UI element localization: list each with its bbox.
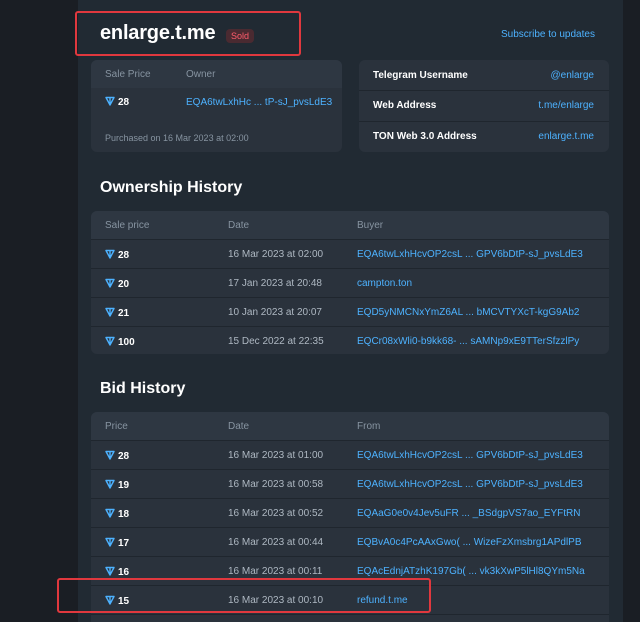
bidder-link[interactable]: EQA6twLxhHcvOP2csL ... GPV6bDtP-sJ_pvsLd…: [357, 450, 587, 461]
ton-diamond-icon: [105, 450, 115, 460]
ownership-history-title: Ownership History: [100, 179, 243, 196]
price-value: 100: [118, 337, 135, 348]
ton-diamond-icon: [105, 249, 115, 259]
price-cell: 100: [105, 336, 135, 348]
price-value: 16: [118, 567, 130, 578]
column-header: From: [357, 421, 381, 432]
column-header: Buyer: [357, 220, 384, 231]
table-row: 21 10 Jan 2023 at 20:07 EQD5yNMCNxYmZ6AL…: [91, 297, 609, 326]
price-cell: 18: [105, 508, 129, 520]
table-row: 28 16 Mar 2023 at 02:00 EQA6twLxhHcvOP2c…: [91, 239, 609, 268]
ton-diamond-icon: [105, 595, 115, 605]
price-value: 19: [118, 480, 130, 491]
price-cell: 17: [105, 537, 129, 549]
price-value: 17: [118, 538, 130, 549]
status-badge: Sold: [226, 29, 255, 43]
table-header: Sale price Date Buyer: [91, 211, 609, 239]
date-cell: 16 Mar 2023 at 00:52: [228, 508, 324, 519]
table-row: 100 15 Dec 2022 at 22:35 EQCr08xWli0-b9k…: [91, 326, 609, 354]
ton-diamond-icon: [105, 278, 115, 288]
price-cell: 16: [105, 566, 129, 578]
divider: [359, 121, 609, 122]
bidder-link[interactable]: EQAaG0e0v4Jev5uFR ... _BSdgpVS7ao_EYFtRN: [357, 508, 587, 519]
price-cell: 21: [105, 307, 129, 319]
info-label-username: Telegram Username: [373, 70, 468, 81]
ownership-history-table: Sale price Date Buyer 28 16 Mar 2023 at …: [91, 211, 609, 354]
sale-price: 28: [105, 96, 129, 108]
ton-diamond-icon: [105, 566, 115, 576]
date-cell: 16 Mar 2023 at 00:11: [228, 566, 323, 577]
ton-diamond-icon: [105, 336, 115, 346]
column-header: Date: [228, 421, 250, 432]
buyer-link[interactable]: EQD5yNMCNxYmZ6AL ... bMCVTYXcT-kgG9Ab2: [357, 307, 587, 318]
date-cell: 10 Jan 2023 at 20:07: [228, 307, 322, 318]
sale-price-label: Sale Price: [105, 69, 151, 80]
table-row: 19 16 Mar 2023 at 00:58 EQA6twLxhHcvOP2c…: [91, 469, 609, 498]
date-cell: 16 Mar 2023 at 00:44: [228, 537, 324, 548]
column-header: Sale price: [105, 220, 150, 231]
subscribe-link[interactable]: Subscribe to updates: [501, 29, 595, 40]
buyer-link[interactable]: campton.ton: [357, 278, 587, 289]
divider: [359, 90, 609, 91]
price-cell: 20: [105, 278, 129, 290]
price-value: 18: [118, 509, 130, 520]
bidder-link[interactable]: EQAcEdnjATzhK197Gb( ... vk3kXwP5lHl8QYm5…: [357, 566, 587, 577]
price-value: 21: [118, 308, 130, 319]
price-cell: 28: [105, 249, 129, 261]
info-card: Telegram Username @enlarge Web Address t…: [359, 60, 609, 152]
price-value: 15: [118, 596, 130, 607]
price-cell: 19: [105, 479, 129, 491]
page-title: enlarge.t.me: [100, 22, 216, 44]
ton-diamond-icon: [105, 479, 115, 489]
date-cell: 16 Mar 2023 at 02:00: [228, 249, 324, 260]
column-header: Date: [228, 220, 250, 231]
owner-label: Owner: [186, 69, 216, 80]
info-value-username[interactable]: @enlarge: [550, 70, 594, 81]
ton-diamond-icon: [105, 508, 115, 518]
bidder-link[interactable]: refund.t.me: [357, 595, 587, 606]
bidder-link[interactable]: EQBvA0c4PcAAxGwo( ... WizeFzXmsbrg1APdlP…: [357, 537, 587, 548]
date-cell: 16 Mar 2023 at 00:10: [228, 595, 324, 606]
table-header: Price Date From: [91, 412, 609, 440]
bidder-link[interactable]: EQA6twLxhHcvOP2csL ... GPV6bDtP-sJ_pvsLd…: [357, 479, 587, 490]
date-cell: 15 Dec 2022 at 22:35: [228, 336, 324, 347]
price-value: 20: [118, 279, 130, 290]
date-cell: 17 Jan 2023 at 20:48: [228, 278, 322, 289]
sale-price-value: 28: [118, 97, 130, 108]
table-row: 28 16 Mar 2023 at 01:00 EQA6twLxhHcvOP2c…: [91, 440, 609, 469]
owner-address-link[interactable]: EQA6twLxhHc ... tP-sJ_pvsLdE3: [186, 97, 332, 108]
info-value-ton[interactable]: enlarge.t.me: [538, 131, 594, 142]
price-value: 28: [118, 250, 130, 261]
price-cell: 15: [105, 595, 129, 607]
ton-diamond-icon: [105, 307, 115, 317]
ton-diamond-icon: [105, 537, 115, 547]
price-cell: 28: [105, 450, 129, 462]
info-value-web[interactable]: t.me/enlarge: [538, 100, 594, 111]
table-row: 17 16 Mar 2023 at 00:44 EQBvA0c4PcAAxGwo…: [91, 527, 609, 556]
bid-history-title: Bid History: [100, 380, 186, 397]
sale-card: Sale Price Owner 28 EQA6twLxhHc ... tP-s…: [91, 60, 342, 152]
bid-history-table: Price Date From 28 16 Mar 2023 at 01:00 …: [91, 412, 609, 622]
table-row: 18 16 Mar 2023 at 00:52 EQAaG0e0v4Jev5uF…: [91, 498, 609, 527]
date-cell: 16 Mar 2023 at 00:58: [228, 479, 324, 490]
info-label-ton: TON Web 3.0 Address: [373, 131, 477, 142]
buyer-link[interactable]: EQCr08xWli0-b9kk68- ... sAMNp9xE9TTerSfz…: [357, 336, 587, 347]
column-header: Price: [105, 421, 128, 432]
purchased-date: Purchased on 16 Mar 2023 at 02:00: [105, 133, 249, 143]
table-row: 20 17 Jan 2023 at 20:48 campton.ton: [91, 268, 609, 297]
table-row: 16 16 Mar 2023 at 00:11 EQAcEdnjATzhK197…: [91, 556, 609, 585]
price-value: 28: [118, 451, 130, 462]
table-row: 15 16 Mar 2023 at 00:10 refund.t.me: [91, 585, 609, 614]
table-row-partial: [91, 614, 609, 622]
info-label-web: Web Address: [373, 100, 437, 111]
ton-diamond-icon: [105, 96, 115, 106]
date-cell: 16 Mar 2023 at 01:00: [228, 450, 324, 461]
buyer-link[interactable]: EQA6twLxhHcvOP2csL ... GPV6bDtP-sJ_pvsLd…: [357, 249, 587, 260]
